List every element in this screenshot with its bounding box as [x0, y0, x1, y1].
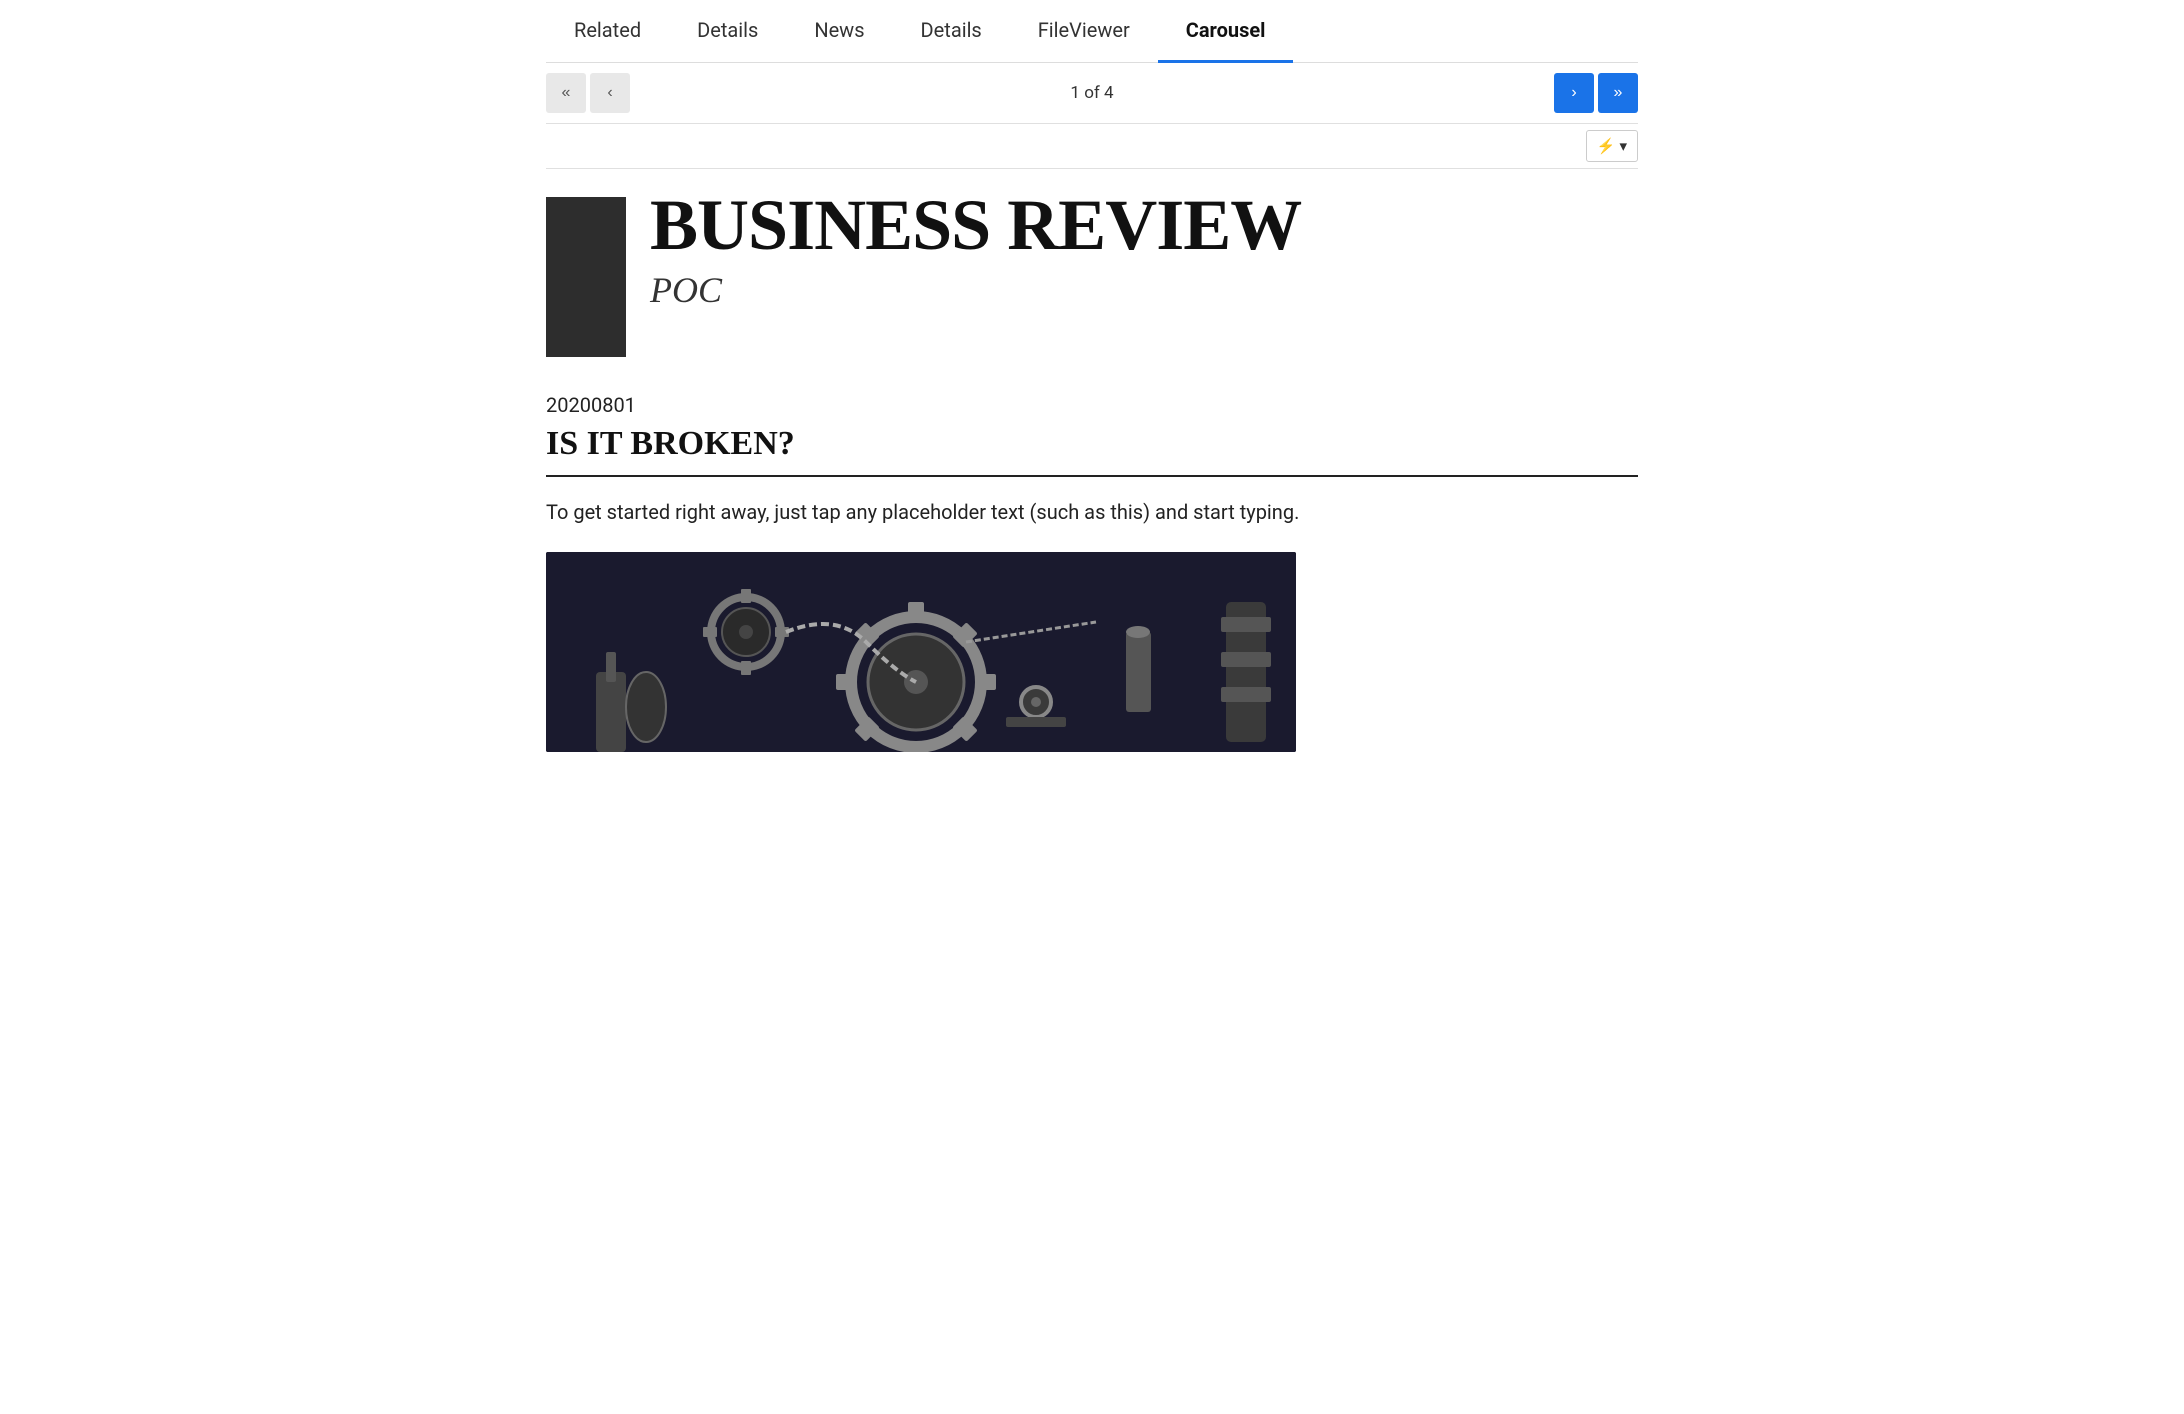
publication-subtitle: POC	[650, 269, 1638, 311]
tab-related[interactable]: Related	[546, 0, 669, 63]
tab-news[interactable]: News	[786, 0, 892, 63]
publication-header: BUSINESS REVIEW POC	[546, 189, 1638, 357]
page-info: 1 of 4	[1070, 83, 1113, 103]
publication-title: BUSINESS REVIEW	[650, 189, 1638, 261]
tab-fileviewer[interactable]: FileViewer	[1010, 0, 1158, 63]
tab-bar: Related Details News Details FileViewer …	[546, 0, 1638, 63]
action-button[interactable]: ⚡ ▾	[1586, 130, 1638, 162]
article-date: 20200801	[546, 393, 1638, 417]
prev-page-button[interactable]: ‹	[590, 73, 630, 113]
content-area: BUSINESS REVIEW POC 20200801 IS IT BROKE…	[546, 169, 1638, 772]
tab-details2[interactable]: Details	[893, 0, 1010, 63]
tab-carousel[interactable]: Carousel	[1158, 0, 1294, 63]
publication-title-block: BUSINESS REVIEW POC	[650, 189, 1638, 311]
nav-bar: « ‹ 1 of 4 › »	[546, 63, 1638, 124]
lightning-icon: ⚡	[1597, 137, 1616, 155]
article-divider	[546, 475, 1638, 477]
machinery-svg	[546, 552, 1296, 752]
article-body: To get started right away, just tap any …	[546, 497, 1638, 528]
publication-logo	[546, 197, 626, 357]
next-page-button[interactable]: ›	[1554, 73, 1594, 113]
article-section: 20200801 IS IT BROKEN? To get started ri…	[546, 393, 1638, 752]
article-image	[546, 552, 1296, 752]
nav-left-buttons: « ‹	[546, 73, 630, 113]
last-page-button[interactable]: »	[1598, 73, 1638, 113]
action-bar: ⚡ ▾	[546, 124, 1638, 169]
nav-right-buttons: › »	[1554, 73, 1638, 113]
first-page-button[interactable]: «	[546, 73, 586, 113]
tab-details1[interactable]: Details	[669, 0, 786, 63]
article-headline: IS IT BROKEN?	[546, 425, 1638, 463]
dropdown-icon: ▾	[1619, 137, 1627, 155]
